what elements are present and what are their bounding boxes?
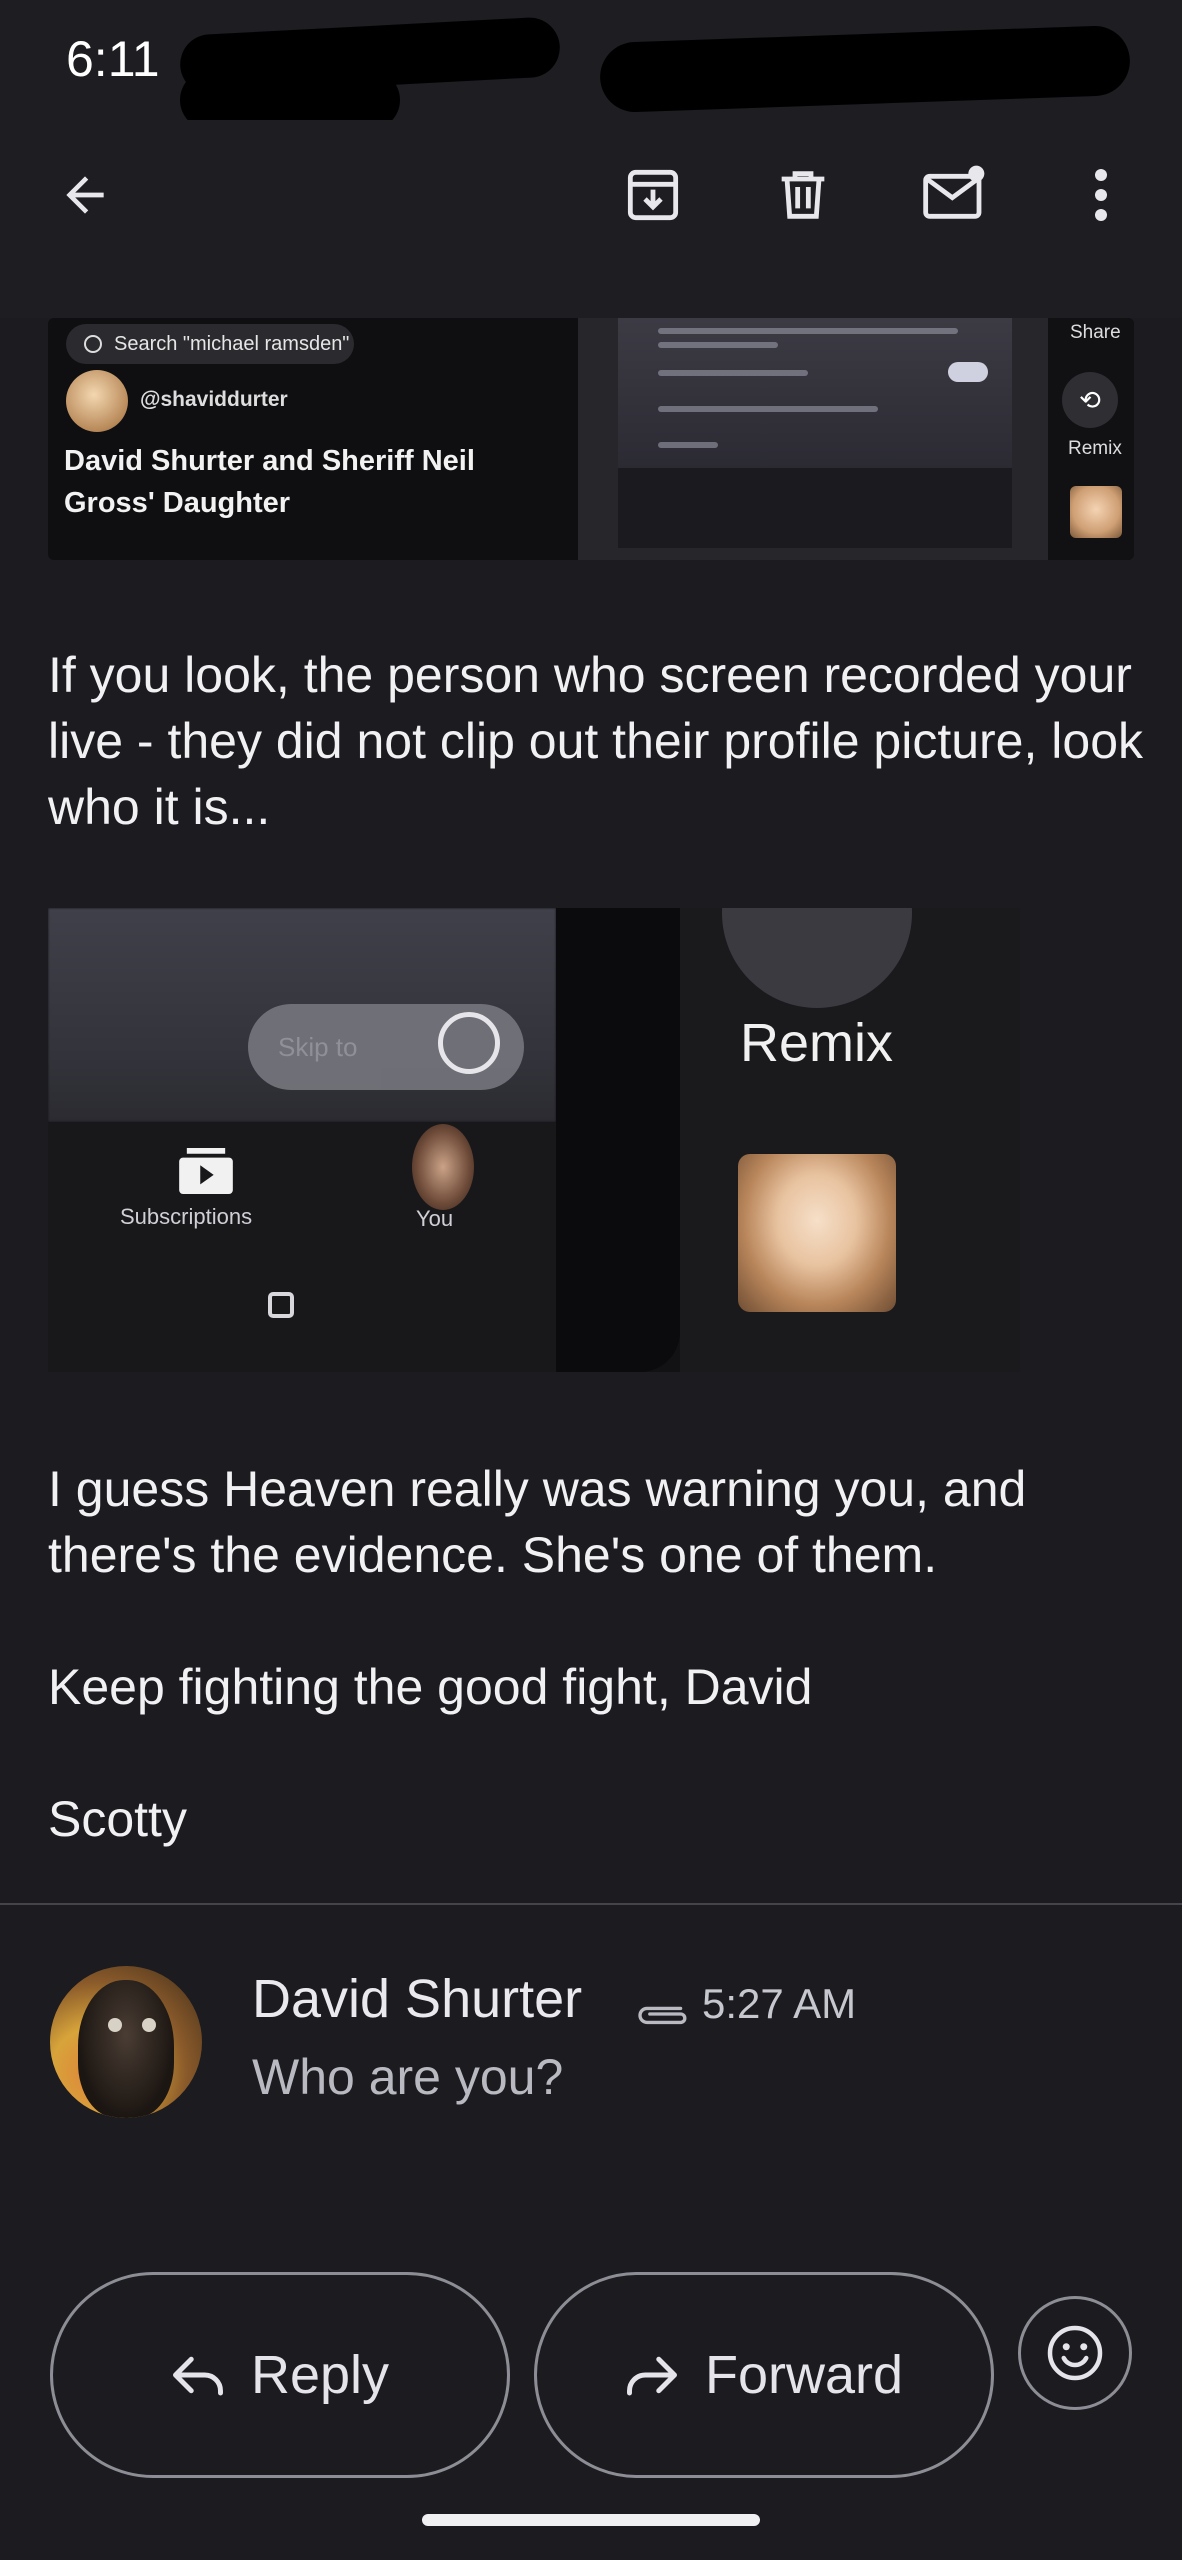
chat-line bbox=[658, 406, 878, 412]
embedded-subscriptions-label: Subscriptions bbox=[120, 1204, 253, 1229]
sender-avatar[interactable] bbox=[50, 1966, 202, 2118]
embedded-you-avatar bbox=[412, 1124, 474, 1210]
mark-unread-button[interactable] bbox=[910, 150, 1000, 240]
recents-icon bbox=[268, 1292, 294, 1318]
archive-icon bbox=[627, 169, 679, 221]
embedded-search-text: Search "michael ramsden" bbox=[114, 332, 350, 355]
subscriptions-icon bbox=[179, 1148, 233, 1194]
redaction-mark bbox=[598, 24, 1132, 114]
message-paragraph-2: I guess Heaven really was warning you, a… bbox=[48, 1461, 1027, 1583]
sender-name[interactable]: David Shurter bbox=[252, 1968, 582, 2030]
chat-line bbox=[658, 342, 778, 348]
archive-button[interactable] bbox=[608, 150, 698, 240]
back-arrow-icon bbox=[66, 176, 104, 214]
embedded-image-zoomed-screenshot[interactable]: Skip to Subscriptions You Remix bbox=[48, 908, 1020, 1372]
avatar-dog-image bbox=[78, 1980, 174, 2118]
more-options-button[interactable] bbox=[1056, 150, 1146, 240]
email-toolbar bbox=[0, 120, 1182, 318]
forward-button[interactable]: Forward bbox=[534, 2272, 994, 2478]
embedded-nav-area bbox=[48, 1122, 556, 1372]
embedded-phone-edge bbox=[556, 908, 680, 1372]
chat-line bbox=[658, 442, 718, 448]
avatar-eye bbox=[142, 2018, 156, 2032]
message-divider bbox=[0, 1903, 1182, 1905]
emoji-icon bbox=[438, 1012, 500, 1074]
mail-unread-icon bbox=[923, 165, 985, 219]
embedded-profile-thumbnail bbox=[1070, 486, 1122, 538]
home-indicator[interactable] bbox=[422, 2514, 760, 2526]
embedded-remix-label: Remix bbox=[740, 1013, 894, 1073]
emoji-reaction-button[interactable] bbox=[1018, 2296, 1132, 2410]
message-signature: Scotty bbox=[48, 1791, 187, 1847]
embedded-search-bar: Search "michael ramsden" bbox=[66, 324, 354, 364]
embedded-channel-avatar bbox=[66, 370, 128, 432]
trash-icon bbox=[781, 171, 825, 219]
embedded-video-title: David Shurter and Sheriff Neil Gross' Da… bbox=[64, 445, 475, 519]
message-paragraph-1: If you look, the person who screen recor… bbox=[48, 647, 1143, 835]
embedded-profile-picture bbox=[738, 1154, 896, 1312]
status-time: 6:11 bbox=[66, 31, 160, 87]
message-paragraph-3: Keep fighting the good fight, David bbox=[48, 1659, 813, 1715]
message-time: 5:27 AM bbox=[702, 1980, 857, 2027]
reply-icon bbox=[172, 2356, 223, 2396]
embedded-image-youtube-screenshot[interactable]: Search "michael ramsden" @shaviddurter D… bbox=[48, 318, 1134, 560]
reply-button[interactable]: Reply bbox=[50, 2272, 510, 2478]
chat-line bbox=[658, 370, 808, 376]
embedded-send-button bbox=[948, 362, 988, 382]
remix-icon: ⟲ bbox=[1062, 372, 1118, 428]
emoji-reaction-icon bbox=[1047, 2325, 1103, 2381]
embedded-nav-bar bbox=[618, 468, 1012, 548]
delete-button[interactable] bbox=[758, 150, 848, 240]
more-vertical-icon bbox=[1095, 169, 1107, 221]
avatar-eye bbox=[108, 2018, 122, 2032]
chat-line bbox=[658, 328, 958, 334]
reply-label: Reply bbox=[250, 2345, 390, 2405]
back-button[interactable] bbox=[40, 150, 130, 240]
status-bar: 6:11 bbox=[0, 0, 1182, 130]
embedded-skip-text: Skip to bbox=[278, 1031, 358, 1062]
message-snippet[interactable]: Who are you? bbox=[252, 2048, 563, 2106]
embedded-you-label: You bbox=[416, 1206, 454, 1231]
forward-label: Forward bbox=[704, 2345, 904, 2405]
embedded-remix-label: Remix bbox=[1068, 438, 1122, 459]
attachment-icon bbox=[638, 2006, 687, 2025]
search-icon bbox=[84, 335, 102, 353]
embedded-channel-handle: @shaviddurter bbox=[140, 388, 288, 411]
embedded-share-label: Share bbox=[1070, 322, 1121, 343]
forward-icon bbox=[626, 2356, 677, 2396]
